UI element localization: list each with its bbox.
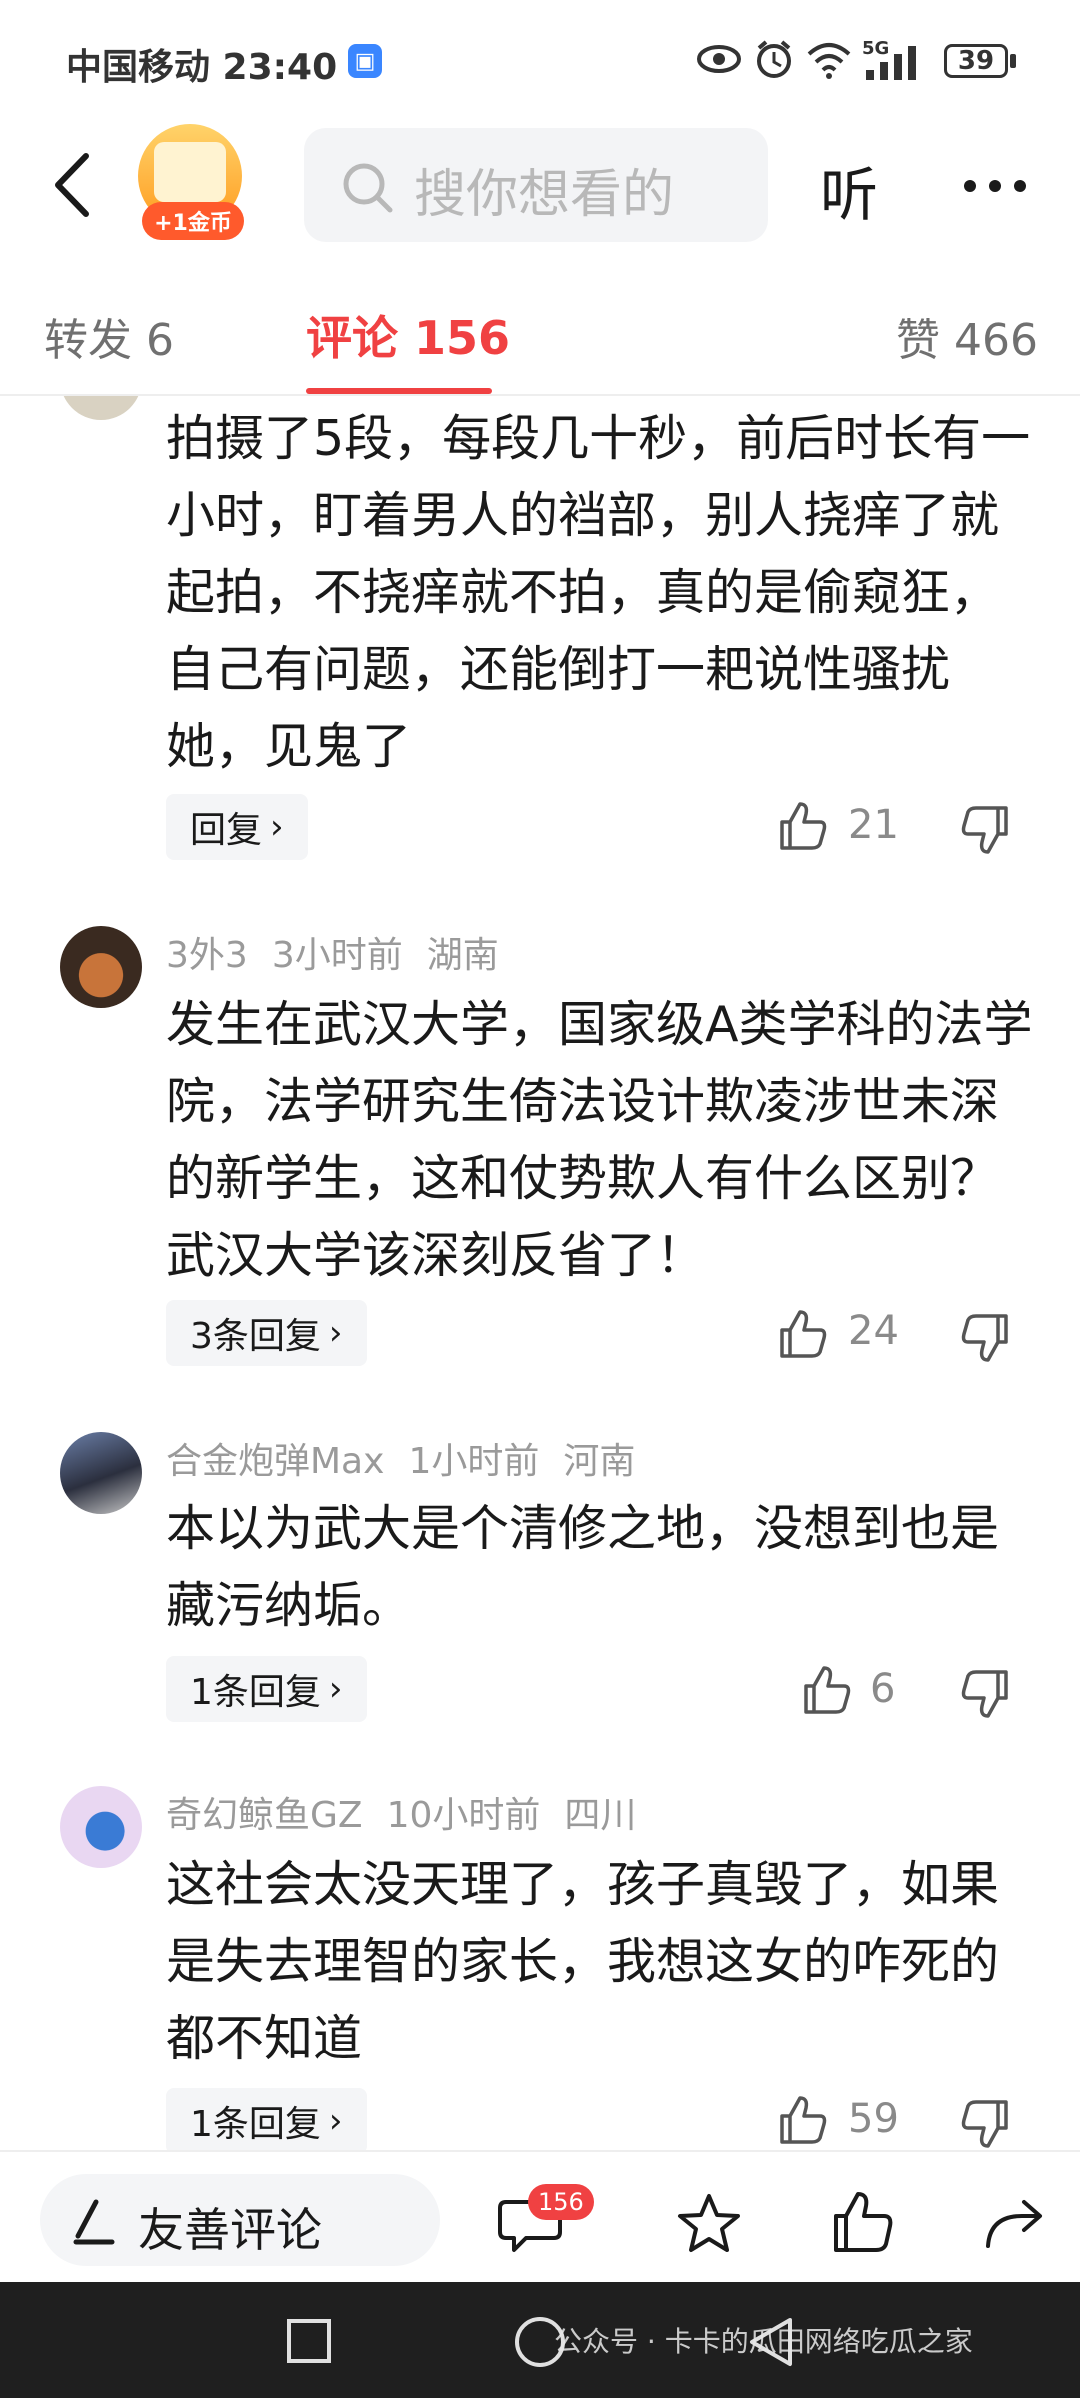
battery-tip — [1010, 54, 1016, 68]
reply-button[interactable]: 3条回复 › — [166, 1300, 367, 1366]
search-input[interactable]: 搜你想看的 — [304, 128, 768, 242]
avatar-partial[interactable] — [60, 396, 142, 420]
username[interactable]: 合金炮弹Max — [166, 1441, 384, 1482]
carrier-time: 中国移动 23:40 — [66, 47, 338, 88]
thumbs-up-icon[interactable] — [778, 800, 828, 852]
comment-meta: 3外3 3小时前 湖南 — [166, 926, 523, 978]
thumbs-down-icon[interactable] — [960, 1668, 1010, 1720]
comment-time: 3小时前 — [271, 935, 403, 976]
like-count: 24 — [848, 1308, 899, 1354]
system-nav-bar: 公众号 · 卡卡的瓜田网络吃瓜之家 — [0, 2282, 1080, 2398]
star-icon[interactable] — [676, 2192, 742, 2254]
tab-likes[interactable]: 赞 466 — [896, 304, 1038, 368]
username[interactable]: 3外3 — [166, 935, 248, 976]
coin-stack-icon — [154, 142, 226, 202]
comment-region: 湖南 — [426, 935, 499, 976]
like-count: 21 — [848, 802, 899, 848]
chevron-right-icon: › — [328, 2101, 343, 2141]
comment-input-label: 友善评论 — [138, 2203, 322, 2257]
avatar[interactable] — [60, 1786, 142, 1868]
like-count: 59 — [848, 2096, 899, 2142]
wifi-icon — [807, 43, 851, 79]
reply-label: 回复 — [190, 810, 263, 851]
chevron-right-icon: › — [328, 1313, 343, 1353]
comment-region: 四川 — [564, 1795, 637, 1836]
comment-meta: 合金炮弹Max 1小时前 河南 — [166, 1432, 659, 1484]
more-icon[interactable] — [962, 178, 1028, 194]
thumbs-up-icon[interactable] — [778, 1308, 828, 1360]
reply-label: 3条回复 — [190, 1316, 321, 1357]
reply-label: 1条回复 — [190, 1672, 321, 1713]
listen-button[interactable]: 听 — [820, 148, 878, 232]
recent-apps-icon[interactable] — [286, 2318, 332, 2364]
thumbs-down-icon[interactable] — [960, 2098, 1010, 2150]
comment-input[interactable]: 友善评论 — [40, 2174, 440, 2266]
comment-region: 河南 — [563, 1441, 636, 1482]
battery-icon: 39 — [944, 44, 1008, 78]
username[interactable]: 奇幻鲸鱼GZ — [166, 1795, 363, 1836]
comment-text: 本以为武大是个清修之地，没想到也是藏污纳垢。 — [166, 1500, 1000, 1634]
thumbs-up-icon[interactable] — [778, 2094, 828, 2146]
avatar — [60, 396, 142, 420]
status-bar: 中国移动 23:40 ▣ 5G 39 — [0, 0, 1080, 118]
coin-reward-label: +1金币 — [142, 202, 244, 240]
bottom-action-bar: 友善评论 156 — [0, 2150, 1080, 2284]
app-notification-icon: ▣ — [348, 44, 382, 78]
share-icon[interactable] — [984, 2196, 1046, 2250]
tab-comments[interactable]: 评论 156 — [306, 302, 510, 368]
avatar[interactable] — [60, 1432, 142, 1514]
comment-time: 1小时前 — [408, 1441, 540, 1482]
comment-meta: 奇幻鲸鱼GZ 10小时前 四川 — [166, 1786, 660, 1838]
chevron-right-icon: › — [328, 1669, 343, 1709]
pen-icon — [73, 2199, 115, 2245]
avatar[interactable] — [60, 926, 142, 1008]
back-arrow-icon[interactable] — [48, 150, 98, 220]
chevron-right-icon: › — [270, 807, 284, 847]
thumbs-down-icon[interactable] — [960, 804, 1010, 856]
search-placeholder: 搜你想看的 — [414, 165, 675, 225]
search-icon — [343, 163, 393, 213]
comment-count-badge: 156 — [528, 2184, 594, 2220]
thumbs-down-icon[interactable] — [960, 1312, 1010, 1364]
reply-label: 1条回复 — [190, 2104, 321, 2145]
reply-button[interactable]: 回复 › — [166, 794, 308, 860]
tab-forward[interactable]: 转发 6 — [44, 304, 174, 368]
signal-icon — [866, 46, 916, 80]
reply-button[interactable]: 1条回复 › — [166, 2088, 367, 2154]
like-count: 6 — [870, 1666, 896, 1712]
thumbs-up-icon[interactable] — [802, 1664, 852, 1716]
comment-text: 拍摄了5段，每段几十秒，前后时长有一小时，盯着男人的裆部，别人挠痒了就起拍，不挠… — [166, 410, 1031, 775]
tabs-divider — [0, 394, 1080, 396]
thumbs-up-icon[interactable] — [832, 2190, 894, 2254]
comment-time: 10小时前 — [386, 1795, 541, 1836]
comment-text: 发生在武汉大学，国家级A类学科的法学院，法学研究生倚法设计欺凌涉世未深的新学生，… — [166, 996, 1033, 1284]
eye-icon — [697, 45, 741, 73]
coin-reward-button[interactable]: +1金币 — [128, 124, 254, 240]
alarm-icon — [757, 40, 791, 78]
reply-button[interactable]: 1条回复 › — [166, 1656, 367, 1722]
watermark-text: 公众号 · 卡卡的瓜田网络吃瓜之家 — [554, 2325, 973, 2358]
comment-text: 这社会太没天理了，孩子真毁了，如果是失去理智的家长，我想这女的咋死的都不知道 — [166, 1856, 1000, 2067]
